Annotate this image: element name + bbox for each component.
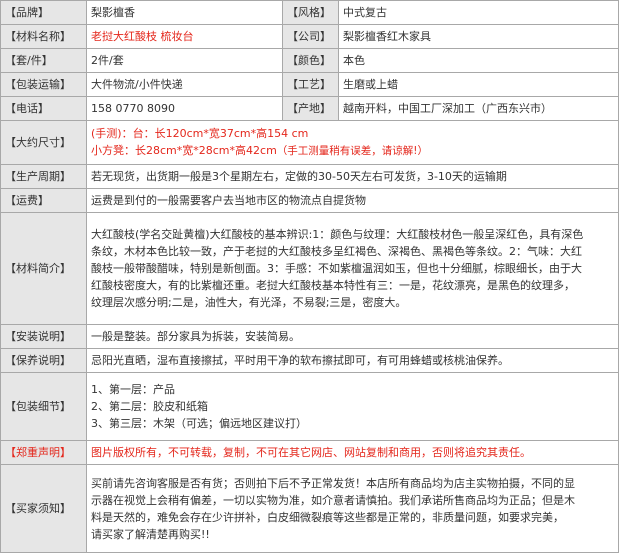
buyer-line: 示器在视觉上会稍有偏差，一切以实物为准，如介意者请慎拍。我们承诺所售商品均为正品… — [91, 493, 575, 507]
packing-line: 1、第一层：产品 — [91, 383, 175, 396]
spec-row-phone: 【电话】 158 0770 8090 【产地】 越南开料，中国工厂深加工（广西东… — [0, 96, 619, 121]
buyer-line: 料是天然的，难免会存在少许拼补，白皮细微裂痕等这些都是正常的，非质量问题，如要求… — [91, 510, 564, 524]
company-label: 【公司】 — [282, 24, 339, 49]
install-value: 一般是整装。部分家具为拆装，安装简易。 — [86, 324, 619, 349]
phone-label: 【电话】 — [0, 96, 87, 121]
intro-label: 【材料简介】 — [0, 212, 87, 325]
phone-value: 158 0770 8090 — [86, 96, 283, 121]
packing-value: 1、第一层：产品 2、第二层：胶皮和纸箱 3、第三层：木架（可选；偏远地区建议打… — [86, 372, 619, 441]
style-value: 中式复古 — [338, 0, 619, 25]
packing-label: 【包装细节】 — [0, 372, 87, 441]
company-value: 梨影檀香红木家具 — [338, 24, 619, 49]
color-value: 本色 — [338, 48, 619, 73]
shipping-label: 【包装运输】 — [0, 72, 87, 97]
size-line-desk: (手测)：台：长120cm*宽37cm*高154 cm — [91, 127, 309, 140]
spec-row-notice: 【郑重声明】 图片版权所有，不可转载，复制，不可在其它网店、网站复制和商用，否则… — [0, 440, 619, 465]
notice-label: 【郑重声明】 — [0, 440, 87, 465]
install-label: 【安装说明】 — [0, 324, 87, 349]
material-value: 老挝大红酸枝 梳妆台 — [86, 24, 283, 49]
size-stool-text: 小方凳：长28cm*宽*28cm*高42cm — [91, 144, 277, 157]
buyer-line: 买前请先咨询客服是否有货；否则拍下后不予正常发货！本店所有商品均为店主实物拍摄，… — [91, 476, 575, 490]
spec-row-size: 【大约尺寸】 (手测)：台：长120cm*宽37cm*高154 cm 小方凳：长… — [0, 120, 619, 165]
color-label: 【颜色】 — [282, 48, 339, 73]
intro-line: 红酸枝密度大，有的比紫檀还重。老挝大红酸枝基本特性有三：一是，花纹漂亮，是黑色的… — [91, 279, 575, 292]
size-label: 【大约尺寸】 — [0, 120, 87, 165]
intro-line: 纹理层次感分明;二是，油性大，有光泽，不易裂;三是，密度大。 — [91, 296, 407, 309]
spec-row-buyer: 【买家须知】 买前请先咨询客服是否有货；否则拍下后不予正常发货！本店所有商品均为… — [0, 464, 619, 553]
spec-row-packing: 【包装细节】 1、第一层：产品 2、第二层：胶皮和纸箱 3、第三层：木架（可选；… — [0, 372, 619, 441]
packing-line: 2、第二层：胶皮和纸箱 — [91, 400, 208, 413]
brand-label: 【品牌】 — [0, 0, 87, 25]
set-label: 【套/件】 — [0, 48, 87, 73]
notice-value: 图片版权所有，不可转载，复制，不可在其它网店、网站复制和商用，否则将追究其责任。 — [86, 440, 619, 465]
packing-line: 3、第三层：木架（可选；偏远地区建议打） — [91, 417, 307, 430]
size-note: （手工测量稍有误差，请谅解!） — [276, 145, 428, 157]
buyer-label: 【买家须知】 — [0, 464, 87, 553]
spec-row-shipping: 【包装运输】 大件物流/小件快递 【工艺】 生磨或上蜡 — [0, 72, 619, 97]
care-label: 【保养说明】 — [0, 348, 87, 373]
spec-row-care: 【保养说明】 忌阳光直晒，湿布直接擦拭，平时用干净的软布擦拭即可，有可用蜂蜡或核… — [0, 348, 619, 373]
material-label: 【材料名称】 — [0, 24, 87, 49]
product-spec-table: 【品牌】 梨影檀香 【风格】 中式复古 【材料名称】 老挝大红酸枝 梳妆台 【公… — [0, 0, 619, 553]
intro-line: 大红酸枝(学名交趾黄檀)大红酸枝的基本辨识:1：颜色与纹理：大红酸枝材色一般呈深… — [91, 228, 584, 241]
shipping-value: 大件物流/小件快递 — [86, 72, 283, 97]
size-line-stool: 小方凳：长28cm*宽*28cm*高42cm（手工测量稍有误差，请谅解!） — [91, 142, 614, 160]
intro-value: 大红酸枝(学名交趾黄檀)大红酸枝的基本辨识:1：颜色与纹理：大红酸枝材色一般呈深… — [86, 212, 619, 325]
cycle-value: 若无现货，出货期一般是3个星期左右，定做的30-50天左右可发货，3-10天的运… — [86, 164, 619, 189]
freight-value: 运费是到付的一般需要客户去当地市区的物流点自提货物 — [86, 188, 619, 213]
buyer-value: 买前请先咨询客服是否有货；否则拍下后不予正常发货！本店所有商品均为店主实物拍摄，… — [86, 464, 619, 553]
set-value: 2件/套 — [86, 48, 283, 73]
style-label: 【风格】 — [282, 0, 339, 25]
care-value: 忌阳光直晒，湿布直接擦拭，平时用干净的软布擦拭即可，有可用蜂蜡或核桃油保养。 — [86, 348, 619, 373]
buyer-line: 请买家了解清楚再购买!! — [91, 527, 210, 541]
spec-row-freight: 【运费】 运费是到付的一般需要客户去当地市区的物流点自提货物 — [0, 188, 619, 213]
spec-row-cycle: 【生产周期】 若无现货，出货期一般是3个星期左右，定做的30-50天左右可发货，… — [0, 164, 619, 189]
craft-value: 生磨或上蜡 — [338, 72, 619, 97]
intro-line: 条纹，木材本色比较一致，产于老挝的大红酸枝多呈红褐色、深褐色、黑褐色等条纹。2：… — [91, 245, 582, 258]
craft-label: 【工艺】 — [282, 72, 339, 97]
origin-label: 【产地】 — [282, 96, 339, 121]
freight-label: 【运费】 — [0, 188, 87, 213]
origin-value: 越南开料，中国工厂深加工（广西东兴市） — [338, 96, 619, 121]
spec-row-material: 【材料名称】 老挝大红酸枝 梳妆台 【公司】 梨影檀香红木家具 — [0, 24, 619, 49]
size-value: (手测)：台：长120cm*宽37cm*高154 cm 小方凳：长28cm*宽*… — [86, 120, 619, 165]
spec-row-intro: 【材料简介】 大红酸枝(学名交趾黄檀)大红酸枝的基本辨识:1：颜色与纹理：大红酸… — [0, 212, 619, 325]
cycle-label: 【生产周期】 — [0, 164, 87, 189]
brand-value: 梨影檀香 — [86, 0, 283, 25]
spec-row-brand: 【品牌】 梨影檀香 【风格】 中式复古 — [0, 0, 619, 25]
intro-line: 酸枝一般带酸醋味，特别是新刨面。3：手感：不如紫檀温润如玉，但也十分细腻，棕眼细… — [91, 262, 582, 275]
spec-row-set: 【套/件】 2件/套 【颜色】 本色 — [0, 48, 619, 73]
spec-row-install: 【安装说明】 一般是整装。部分家具为拆装，安装简易。 — [0, 324, 619, 349]
